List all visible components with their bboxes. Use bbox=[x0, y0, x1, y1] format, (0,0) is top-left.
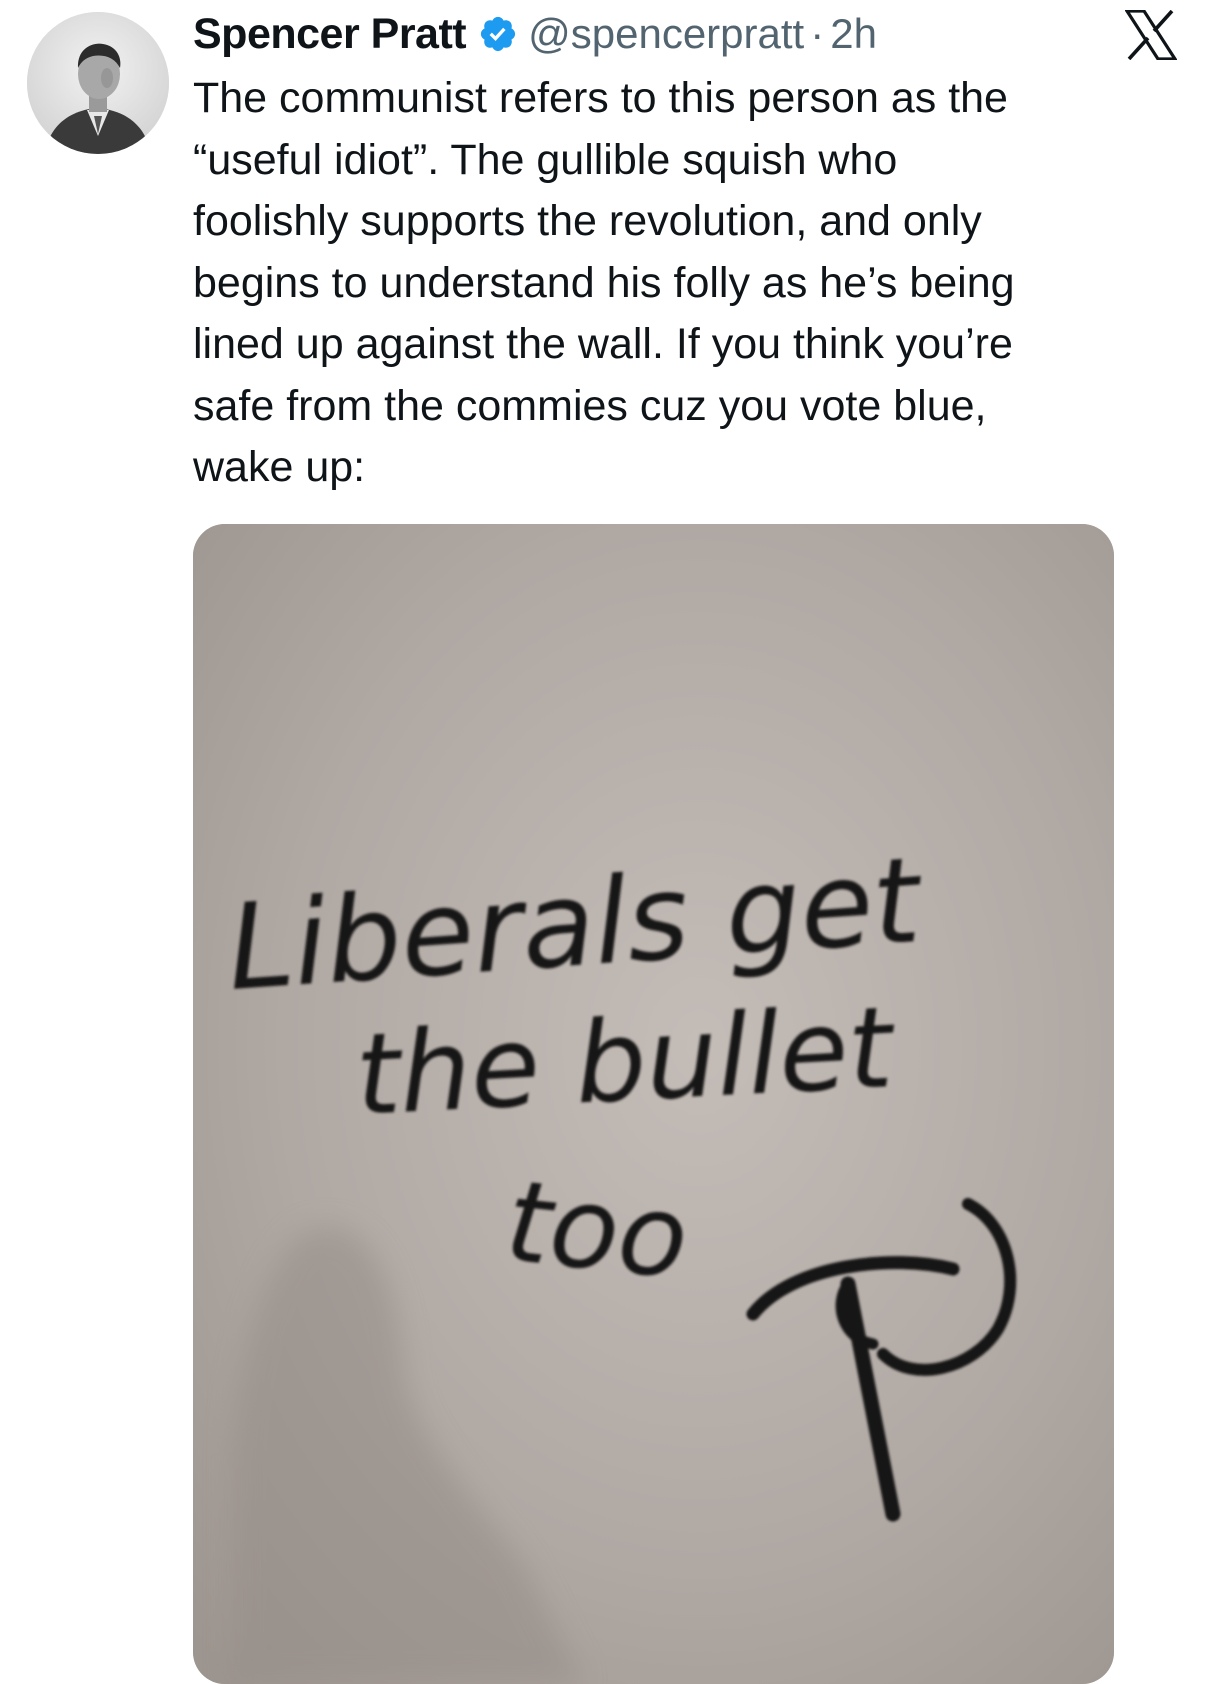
x-logo-icon[interactable] bbox=[1124, 9, 1178, 61]
tweet-header: Spencer Pratt @spencerpratt · 2h bbox=[193, 6, 877, 62]
tweet[interactable]: Spencer Pratt @spencerpratt · 2h The com… bbox=[0, 0, 1206, 1684]
author-handle[interactable]: @spencerpratt bbox=[528, 10, 804, 58]
verified-badge-icon bbox=[478, 14, 518, 54]
timestamp[interactable]: 2h bbox=[830, 10, 877, 58]
tweet-media-image[interactable]: Liberals get the bullet too bbox=[193, 524, 1114, 1684]
graffiti-line-3: too bbox=[500, 1157, 694, 1305]
tweet-text: The communist refers to this person as t… bbox=[193, 74, 1015, 491]
avatar[interactable] bbox=[27, 12, 169, 154]
author-name[interactable]: Spencer Pratt bbox=[193, 10, 467, 59]
separator-dot: · bbox=[810, 10, 825, 57]
